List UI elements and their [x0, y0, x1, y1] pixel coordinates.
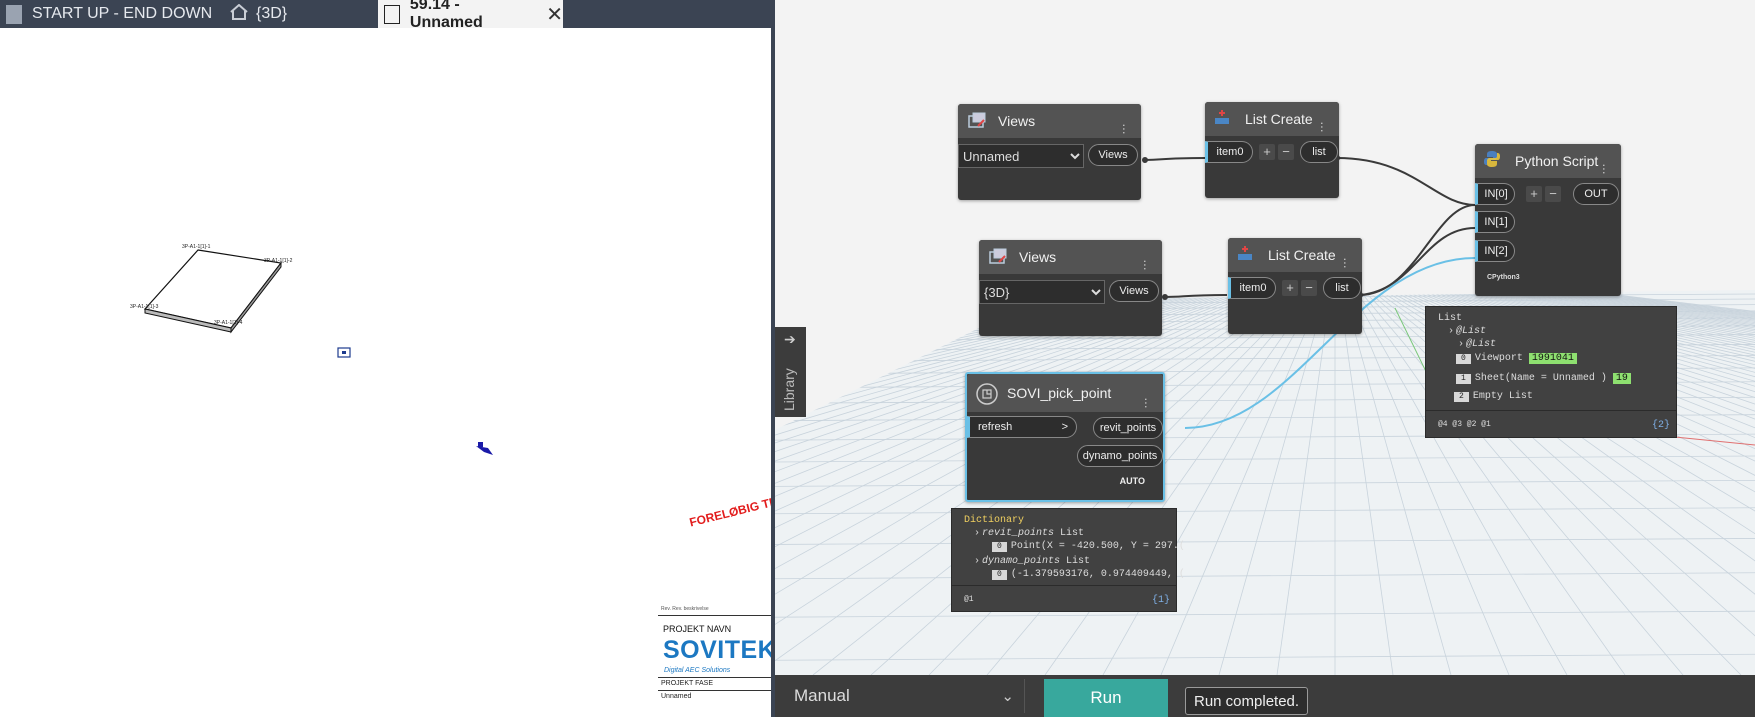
tab-3d[interactable]: {3D} — [230, 0, 380, 28]
views-icon — [966, 110, 988, 132]
node-menu-icon[interactable]: ··· — [1315, 121, 1331, 132]
svg-text:3P-A1-1[1]-3: 3P-A1-1[1]-3 — [130, 304, 159, 310]
wire — [1359, 227, 1476, 296]
svg-text:3P-A1-1[1]-2: 3P-A1-1[1]-2 — [264, 258, 293, 264]
python-script-node[interactable]: Python Script IN[0] + − OUT IN[1] IN[2] … — [1475, 144, 1621, 296]
python-icon — [1483, 150, 1505, 172]
add-input-button[interactable]: + — [1282, 280, 1298, 296]
output-port-list[interactable]: list — [1323, 277, 1361, 299]
node-title: List Create — [1268, 247, 1336, 263]
output-port-views[interactable]: Views — [1088, 144, 1138, 166]
node-title: List Create — [1245, 111, 1313, 127]
sovi-pick-point-node[interactable]: SOVI_pick_point refresh > revit_points dy… — [965, 372, 1165, 502]
remove-input-button[interactable]: − — [1301, 280, 1317, 296]
views-dropdown[interactable]: {3D} — [979, 280, 1105, 304]
dynamo-workspace[interactable]: Views Unnamed Views ··· Views {3D} Views… — [775, 0, 1755, 717]
revit-tab-bar: START UP - END DOWN {3D} 59.14 - Unnamed… — [0, 0, 775, 31]
library-toggle[interactable]: ➔ Library — [775, 327, 806, 417]
company-logo: SOVITEK — [663, 636, 775, 664]
output-port-out[interactable]: OUT — [1573, 183, 1619, 205]
output-port-views[interactable]: Views — [1109, 280, 1159, 302]
chevron-down-icon: ⌄ — [1001, 688, 1014, 705]
tab-label: START UP - END DOWN — [32, 5, 213, 22]
node-menu-icon[interactable]: ··· — [1117, 123, 1133, 134]
slab-3d-view: 3P-A1-1[1]-1 3P-A1-1[1]-2 3P-A1-1[1]-3 3… — [130, 244, 293, 334]
run-button[interactable]: Run — [1044, 679, 1168, 717]
tab-unnamed[interactable]: 59.14 - Unnamed ✕ — [378, 0, 563, 31]
node-title: Python Script — [1515, 153, 1599, 169]
sovi-output-preview: Dictionary › revit_points List 0 Point(X … — [951, 508, 1185, 612]
input-port-item0[interactable]: item0 — [1228, 277, 1276, 299]
wire — [1359, 204, 1476, 296]
wire — [1336, 157, 1476, 206]
input-port-in0[interactable]: IN[0] — [1475, 183, 1515, 205]
node-title: Views — [1019, 249, 1057, 265]
node-menu-icon[interactable]: ··· — [1338, 257, 1354, 268]
add-input-button[interactable]: + — [1526, 186, 1542, 202]
node-menu-icon[interactable]: ··· — [1138, 259, 1154, 270]
python-output-preview: List › @List › @List 0 Viewport 1991041 1… — [1425, 306, 1677, 438]
input-port-refresh[interactable]: refresh > — [967, 416, 1077, 438]
list-create-icon — [1236, 244, 1258, 266]
views-icon — [987, 246, 1009, 268]
svg-text:3P-A1-1[1]-4: 3P-A1-1[1]-4 — [214, 320, 243, 326]
remove-input-button[interactable]: − — [1278, 144, 1294, 160]
list-create-node-1[interactable]: List Create item0 + − list ··· — [1205, 102, 1339, 198]
input-port-in1[interactable]: IN[1] — [1475, 211, 1515, 233]
project-name-label: PROJEKT NAVN — [663, 624, 732, 634]
run-bar: Manual ⌄ Run Run completed. — [775, 675, 1755, 717]
custom-node-icon — [975, 382, 998, 405]
sheet-icon — [384, 5, 400, 24]
tab-start-up[interactable]: START UP - END DOWN — [0, 0, 230, 28]
sheet-name: Unnamed — [661, 693, 692, 700]
node-title: Views — [998, 113, 1036, 129]
input-port-item0[interactable]: item0 — [1205, 141, 1253, 163]
output-port-revit-points[interactable]: revit_points — [1093, 417, 1163, 439]
views-dropdown[interactable]: Unnamed — [958, 144, 1084, 168]
list-create-icon — [1213, 108, 1235, 130]
close-icon[interactable]: ✕ — [546, 2, 563, 27]
arrow-right-icon: ➔ — [784, 331, 796, 347]
run-status-label: Run completed. — [1185, 687, 1309, 715]
python-engine-label: CPython3 — [1487, 274, 1520, 281]
title-block: Rev. Rev. beskrivelse PROJEKT NAVN SOVIT… — [658, 600, 775, 717]
viewport-marker-icon[interactable] — [337, 347, 351, 358]
wire — [1144, 157, 1206, 161]
revision-header: Rev. Rev. beskrivelse — [661, 606, 709, 612]
sheet-icon — [6, 5, 22, 24]
output-port-dynamo-points[interactable]: dynamo_points — [1077, 445, 1163, 467]
mouse-cursor-icon — [476, 442, 493, 455]
list-create-node-2[interactable]: List Create item0 + − list ··· — [1228, 238, 1362, 334]
run-mode-label: AUTO — [1119, 476, 1145, 486]
input-port-in2[interactable]: IN[2] — [1475, 240, 1515, 262]
chevron-right-icon: › — [1448, 326, 1455, 337]
output-port-list[interactable]: list — [1300, 141, 1338, 163]
remove-input-button[interactable]: − — [1545, 186, 1561, 202]
views-node-1[interactable]: Views Unnamed Views ··· — [958, 104, 1141, 200]
run-mode-select[interactable]: Manual ⌄ — [780, 679, 1025, 713]
tab-label: {3D} — [256, 5, 288, 22]
node-title: SOVI_pick_point — [1007, 385, 1112, 401]
views-node-2[interactable]: Views {3D} Views ··· — [979, 240, 1162, 336]
project-phase-label: PROJEKT FASE — [661, 680, 713, 687]
node-menu-icon[interactable]: ··· — [1139, 397, 1155, 408]
home-icon — [230, 3, 248, 25]
svg-text:3P-A1-1[1]-1: 3P-A1-1[1]-1 — [182, 244, 211, 250]
node-menu-icon[interactable]: ··· — [1597, 163, 1613, 174]
add-input-button[interactable]: + — [1259, 144, 1275, 160]
company-tagline: Digital AEC Solutions — [664, 667, 731, 674]
revit-view: START UP - END DOWN {3D} 59.14 - Unnamed… — [0, 0, 775, 717]
wire — [1164, 294, 1228, 298]
